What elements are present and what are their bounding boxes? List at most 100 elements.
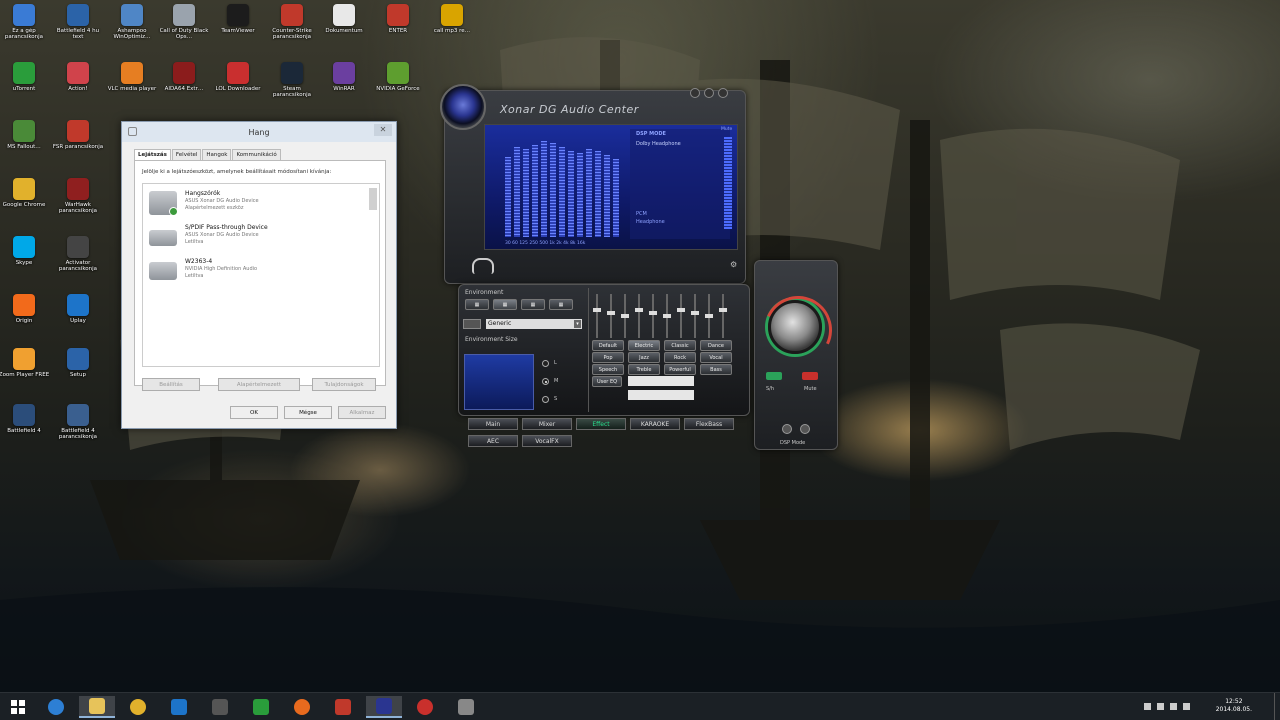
tab-playback[interactable]: Lejátszás [134, 149, 171, 160]
desktop-icon[interactable]: Google Chrome [3, 178, 45, 224]
desktop-icon[interactable]: Skype [4, 236, 44, 282]
desktop-icon[interactable]: Zoom Player FREE [0, 348, 49, 394]
environment-icon[interactable] [463, 319, 481, 329]
taskbar-app[interactable] [407, 696, 443, 718]
desktop-icon[interactable]: LOL Downloader [216, 62, 261, 108]
tray-arrow-icon[interactable] [1144, 703, 1151, 710]
eq-preset-button[interactable]: Electric [628, 340, 660, 351]
dsp-item-pcm[interactable]: PCM [636, 211, 647, 217]
eq-slider-thumb[interactable] [593, 308, 601, 312]
taskbar-app[interactable] [448, 696, 484, 718]
eq-preset-button[interactable]: Dance [700, 340, 732, 351]
taskbar-app[interactable] [243, 696, 279, 718]
flag-icon[interactable] [1183, 703, 1190, 710]
clock[interactable]: 12:52 2014.08.05. [1216, 698, 1252, 714]
network-icon[interactable] [1157, 703, 1164, 710]
eq-preset-button[interactable]: Jazz [628, 352, 660, 363]
eq-slider-thumb[interactable] [691, 311, 699, 315]
eq-slider[interactable] [719, 294, 727, 338]
eq-preset-button[interactable]: Default [592, 340, 624, 351]
headphone-icon[interactable] [472, 258, 494, 274]
eq-preset-button[interactable]: Vocal [700, 352, 732, 363]
tab-mixer[interactable]: Mixer [522, 418, 572, 430]
minimize-icon[interactable] [704, 88, 714, 98]
taskbar-app[interactable] [161, 696, 197, 718]
dsp-mode-left-icon[interactable] [782, 424, 792, 434]
user-eq-select[interactable] [628, 376, 694, 386]
desktop-icon[interactable]: Dokumentum [324, 4, 364, 50]
desktop-icon[interactable]: Setup [58, 348, 98, 394]
dsp-mode-right-icon[interactable] [800, 424, 810, 434]
list-item-speakers[interactable]: Hangszórók ASUS Xonar DG Audio Device Al… [143, 188, 371, 222]
eq-slider-thumb[interactable] [607, 311, 615, 315]
size-radio-l[interactable] [542, 360, 549, 367]
list-item-monitor[interactable]: W2363-4 NVIDIA High Definition Audio Let… [143, 256, 371, 290]
eq-slider[interactable] [607, 294, 615, 338]
eq-preset-button[interactable]: Powerful [664, 364, 696, 375]
chevron-down-icon[interactable]: ▾ [574, 320, 581, 328]
apply-button[interactable]: Alkalmaz [338, 406, 386, 419]
desktop-icon[interactable]: Origin [4, 294, 44, 340]
close-icon[interactable]: ✕ [374, 124, 392, 136]
env-preset-3[interactable]: ▦ [521, 299, 545, 310]
list-item-spdif[interactable]: S/PDIF Pass-through Device ASUS Xonar DG… [143, 222, 371, 256]
dsp-item-headphone[interactable]: Headphone [636, 219, 665, 225]
eq-preset-button[interactable]: Bass [700, 364, 732, 375]
close-icon[interactable] [718, 88, 728, 98]
desktop-icon[interactable]: NVIDIA GeForce [376, 62, 420, 108]
eq-preset-button[interactable]: Pop [592, 352, 624, 363]
eq-slider-thumb[interactable] [635, 308, 643, 312]
desktop-icon[interactable]: TeamViewer [218, 4, 258, 50]
tab-effect[interactable]: Effect [576, 418, 626, 430]
tab-recording[interactable]: Felvétel [171, 149, 202, 160]
eq-slider[interactable] [663, 294, 671, 338]
desktop-icon[interactable]: MS Fallout… [4, 120, 44, 166]
eq-preset-button[interactable]: Rock [664, 352, 696, 363]
desktop-icon[interactable]: Action! [58, 62, 98, 108]
set-default-button[interactable]: Alapértelmezett [218, 378, 300, 391]
desktop-icon[interactable]: call mp3 re… [432, 4, 472, 50]
env-preset-4[interactable]: ▦ [549, 299, 573, 310]
tab-aec[interactable]: AEC [468, 435, 518, 447]
properties-button[interactable]: Tulajdonságok [312, 378, 376, 391]
desktop-icon[interactable]: Battlefield 4 [4, 404, 44, 450]
env-preset-2[interactable]: ▦ [493, 299, 517, 310]
size-radio-s[interactable] [542, 396, 549, 403]
eq-preset-button[interactable]: Treble [628, 364, 660, 375]
eq-slider[interactable] [649, 294, 657, 338]
sound-dialog-titlebar[interactable]: Hang ✕ [122, 122, 396, 142]
tab-communications[interactable]: Kommunikáció [232, 149, 281, 160]
volume-icon[interactable] [1170, 703, 1177, 710]
ok-button[interactable]: OK [230, 406, 278, 419]
tab-karaoke[interactable]: KARAOKE [630, 418, 680, 430]
eq-slider[interactable] [635, 294, 643, 338]
desktop-icon[interactable]: VLC media player [108, 62, 156, 108]
eq-slider-thumb[interactable] [663, 314, 671, 318]
desktop-icon[interactable]: Battlefield 4 hu text [57, 4, 99, 50]
desktop-icon[interactable]: AIDA64 Extr… [164, 62, 204, 108]
desktop-icon[interactable]: Battlefield 4 parancsikonja [58, 404, 98, 450]
mute-toggle[interactable] [802, 372, 818, 380]
taskbar-app[interactable] [366, 696, 402, 718]
desktop-icon[interactable]: Call of Duty Black Ops… [160, 4, 208, 50]
eq-slider-thumb[interactable] [677, 308, 685, 312]
dsp-item-dolby[interactable]: Dolby Headphone [636, 141, 681, 147]
volume-knob[interactable] [768, 300, 822, 354]
eq-preset-button[interactable]: Speech [592, 364, 624, 375]
eq-slider-thumb[interactable] [649, 311, 657, 315]
user-eq-button[interactable]: User EQ [592, 376, 622, 387]
eq-preset-button[interactable]: Classic [664, 340, 696, 351]
show-desktop-button[interactable] [1274, 693, 1280, 720]
desktop-icon[interactable]: uTorrent [4, 62, 44, 108]
eq-slider[interactable] [705, 294, 713, 338]
desktop-icon[interactable]: Counter-Strike parancsikonja [272, 4, 312, 50]
desktop-icon[interactable]: Ez a gép parancsikonja [4, 4, 44, 50]
tab-vocalfx[interactable]: VocalFX [522, 435, 572, 447]
desktop-icon[interactable]: Steam parancsikonja [272, 62, 312, 108]
settings-icon[interactable]: ⚙ [730, 260, 740, 270]
help-icon[interactable] [690, 88, 700, 98]
desktop-icon[interactable]: FSR parancsikonja [53, 120, 103, 166]
tab-sounds[interactable]: Hangok [202, 149, 232, 160]
taskbar-app[interactable] [120, 696, 156, 718]
tab-main[interactable]: Main [468, 418, 518, 430]
